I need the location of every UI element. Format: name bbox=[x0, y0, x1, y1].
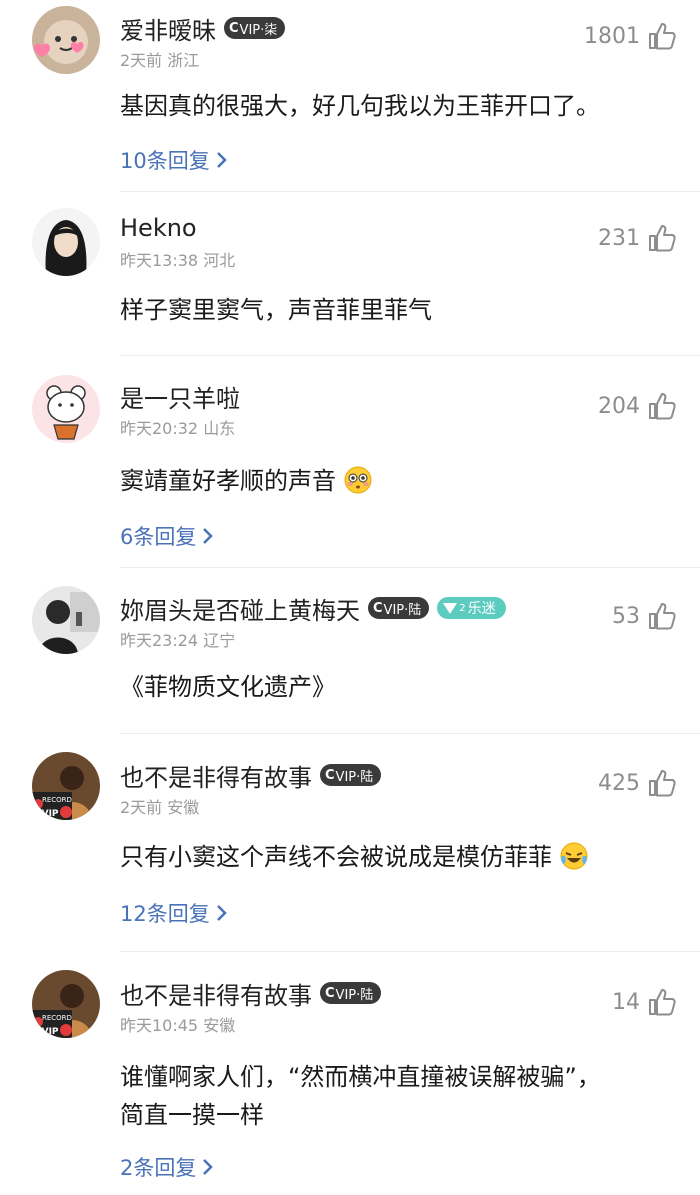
avatar[interactable]: RECORD CVIP bbox=[32, 970, 100, 1038]
like-count: 231 bbox=[598, 225, 640, 251]
avatar[interactable] bbox=[32, 375, 100, 443]
fan-badge[interactable]: 2 乐迷 bbox=[437, 597, 506, 619]
like-button[interactable]: 231 bbox=[598, 222, 678, 254]
bear-avatar-icon bbox=[32, 375, 100, 443]
fan-level-icon bbox=[443, 602, 458, 614]
portrait-avatar-icon bbox=[32, 208, 100, 276]
thumbs-up-icon bbox=[649, 393, 676, 420]
comment-text: 只有小窦这个声线不会被说成是模仿菲菲 bbox=[120, 838, 670, 876]
comment-text: 基因真的很强大，好几句我以为王菲开口了。 bbox=[120, 92, 600, 120]
username[interactable]: 是一只羊啦 bbox=[120, 379, 240, 414]
like-count: 1801 bbox=[584, 23, 640, 49]
flushed-face-emoji-icon bbox=[344, 466, 372, 494]
chevron-right-icon bbox=[216, 905, 227, 921]
comment-meta: 2天前 浙江 bbox=[120, 51, 200, 70]
chevron-right-icon bbox=[203, 528, 214, 544]
svg-text:CVIP: CVIP bbox=[35, 809, 59, 819]
like-button[interactable]: 14 bbox=[612, 986, 678, 1018]
person-avatar-icon bbox=[32, 586, 100, 654]
like-count: 14 bbox=[612, 989, 640, 1015]
record-avatar-icon: RECORD CVIP bbox=[32, 752, 100, 820]
divider bbox=[120, 355, 700, 356]
comment-meta: 昨天23:24 辽宁 bbox=[120, 631, 236, 650]
view-replies-button[interactable]: 10条回复 bbox=[120, 145, 230, 175]
username[interactable]: 也不是非得有故事 bbox=[120, 758, 312, 793]
view-replies-button[interactable]: 12条回复 bbox=[120, 898, 230, 928]
comment-meta: 昨天13:38 河北 bbox=[120, 251, 236, 270]
thumbs-up-icon bbox=[649, 989, 676, 1016]
comment-text: 样子窦里窦气，声音菲里菲气 bbox=[120, 296, 432, 324]
divider bbox=[120, 567, 700, 568]
view-replies-button[interactable]: 2条回复 bbox=[120, 1152, 216, 1182]
vip-badge[interactable]: C VIP·陆 bbox=[368, 597, 430, 619]
comment-meta: 昨天20:32 山东 bbox=[120, 419, 236, 438]
username[interactable]: 妳眉头是否碰上黄梅天 bbox=[120, 591, 360, 626]
cat-avatar-icon bbox=[32, 6, 100, 74]
username[interactable]: Hekno bbox=[120, 214, 197, 242]
avatar[interactable] bbox=[32, 586, 100, 654]
chevron-right-icon bbox=[216, 152, 227, 168]
like-button[interactable]: 425 bbox=[598, 767, 678, 799]
like-button[interactable]: 1801 bbox=[584, 20, 678, 52]
vip-badge[interactable]: C VIP·陆 bbox=[320, 764, 382, 786]
comment-text: 《菲物质文化遗产》 bbox=[120, 673, 336, 701]
like-count: 425 bbox=[598, 770, 640, 796]
like-button[interactable]: 204 bbox=[598, 390, 678, 422]
username[interactable]: 也不是非得有故事 bbox=[120, 976, 312, 1011]
username[interactable]: 爱非暧昧 bbox=[120, 11, 216, 46]
record-avatar-icon: RECORD CVIP bbox=[32, 970, 100, 1038]
comment-meta: 昨天10:45 安徽 bbox=[120, 1016, 236, 1035]
comment-text: 窦靖童好孝顺的声音 bbox=[120, 462, 670, 500]
vip-badge[interactable]: C VIP·陆 bbox=[320, 982, 382, 1004]
view-replies-button[interactable]: 6条回复 bbox=[120, 521, 216, 551]
svg-text:RECORD: RECORD bbox=[42, 796, 72, 804]
thumbs-up-icon bbox=[649, 225, 676, 252]
avatar[interactable]: RECORD CVIP bbox=[32, 752, 100, 820]
like-count: 53 bbox=[612, 603, 640, 629]
avatar[interactable] bbox=[32, 6, 100, 74]
like-count: 204 bbox=[598, 393, 640, 419]
laughing-tears-emoji-icon bbox=[560, 842, 588, 870]
svg-text:CVIP: CVIP bbox=[35, 1027, 59, 1037]
thumbs-up-icon bbox=[649, 603, 676, 630]
divider bbox=[120, 951, 700, 952]
thumbs-up-icon bbox=[649, 23, 676, 50]
vip-badge[interactable]: C VIP·柒 bbox=[224, 17, 286, 39]
svg-text:RECORD: RECORD bbox=[42, 1014, 72, 1022]
divider bbox=[120, 733, 700, 734]
like-button[interactable]: 53 bbox=[612, 600, 678, 632]
comment-text: 谁懂啊家人们，“然而横冲直撞被误解被骗”， 简直一摸一样 bbox=[120, 1063, 601, 1129]
comment-meta: 2天前 安徽 bbox=[120, 798, 200, 817]
comment-list: 爱非暧昧 C VIP·柒 2天前 浙江 1801 基因真的很强大，好几句我以为王菲… bbox=[0, 0, 700, 1195]
thumbs-up-icon bbox=[649, 770, 676, 797]
chevron-right-icon bbox=[203, 1159, 214, 1175]
divider bbox=[120, 191, 700, 192]
avatar[interactable] bbox=[32, 208, 100, 276]
